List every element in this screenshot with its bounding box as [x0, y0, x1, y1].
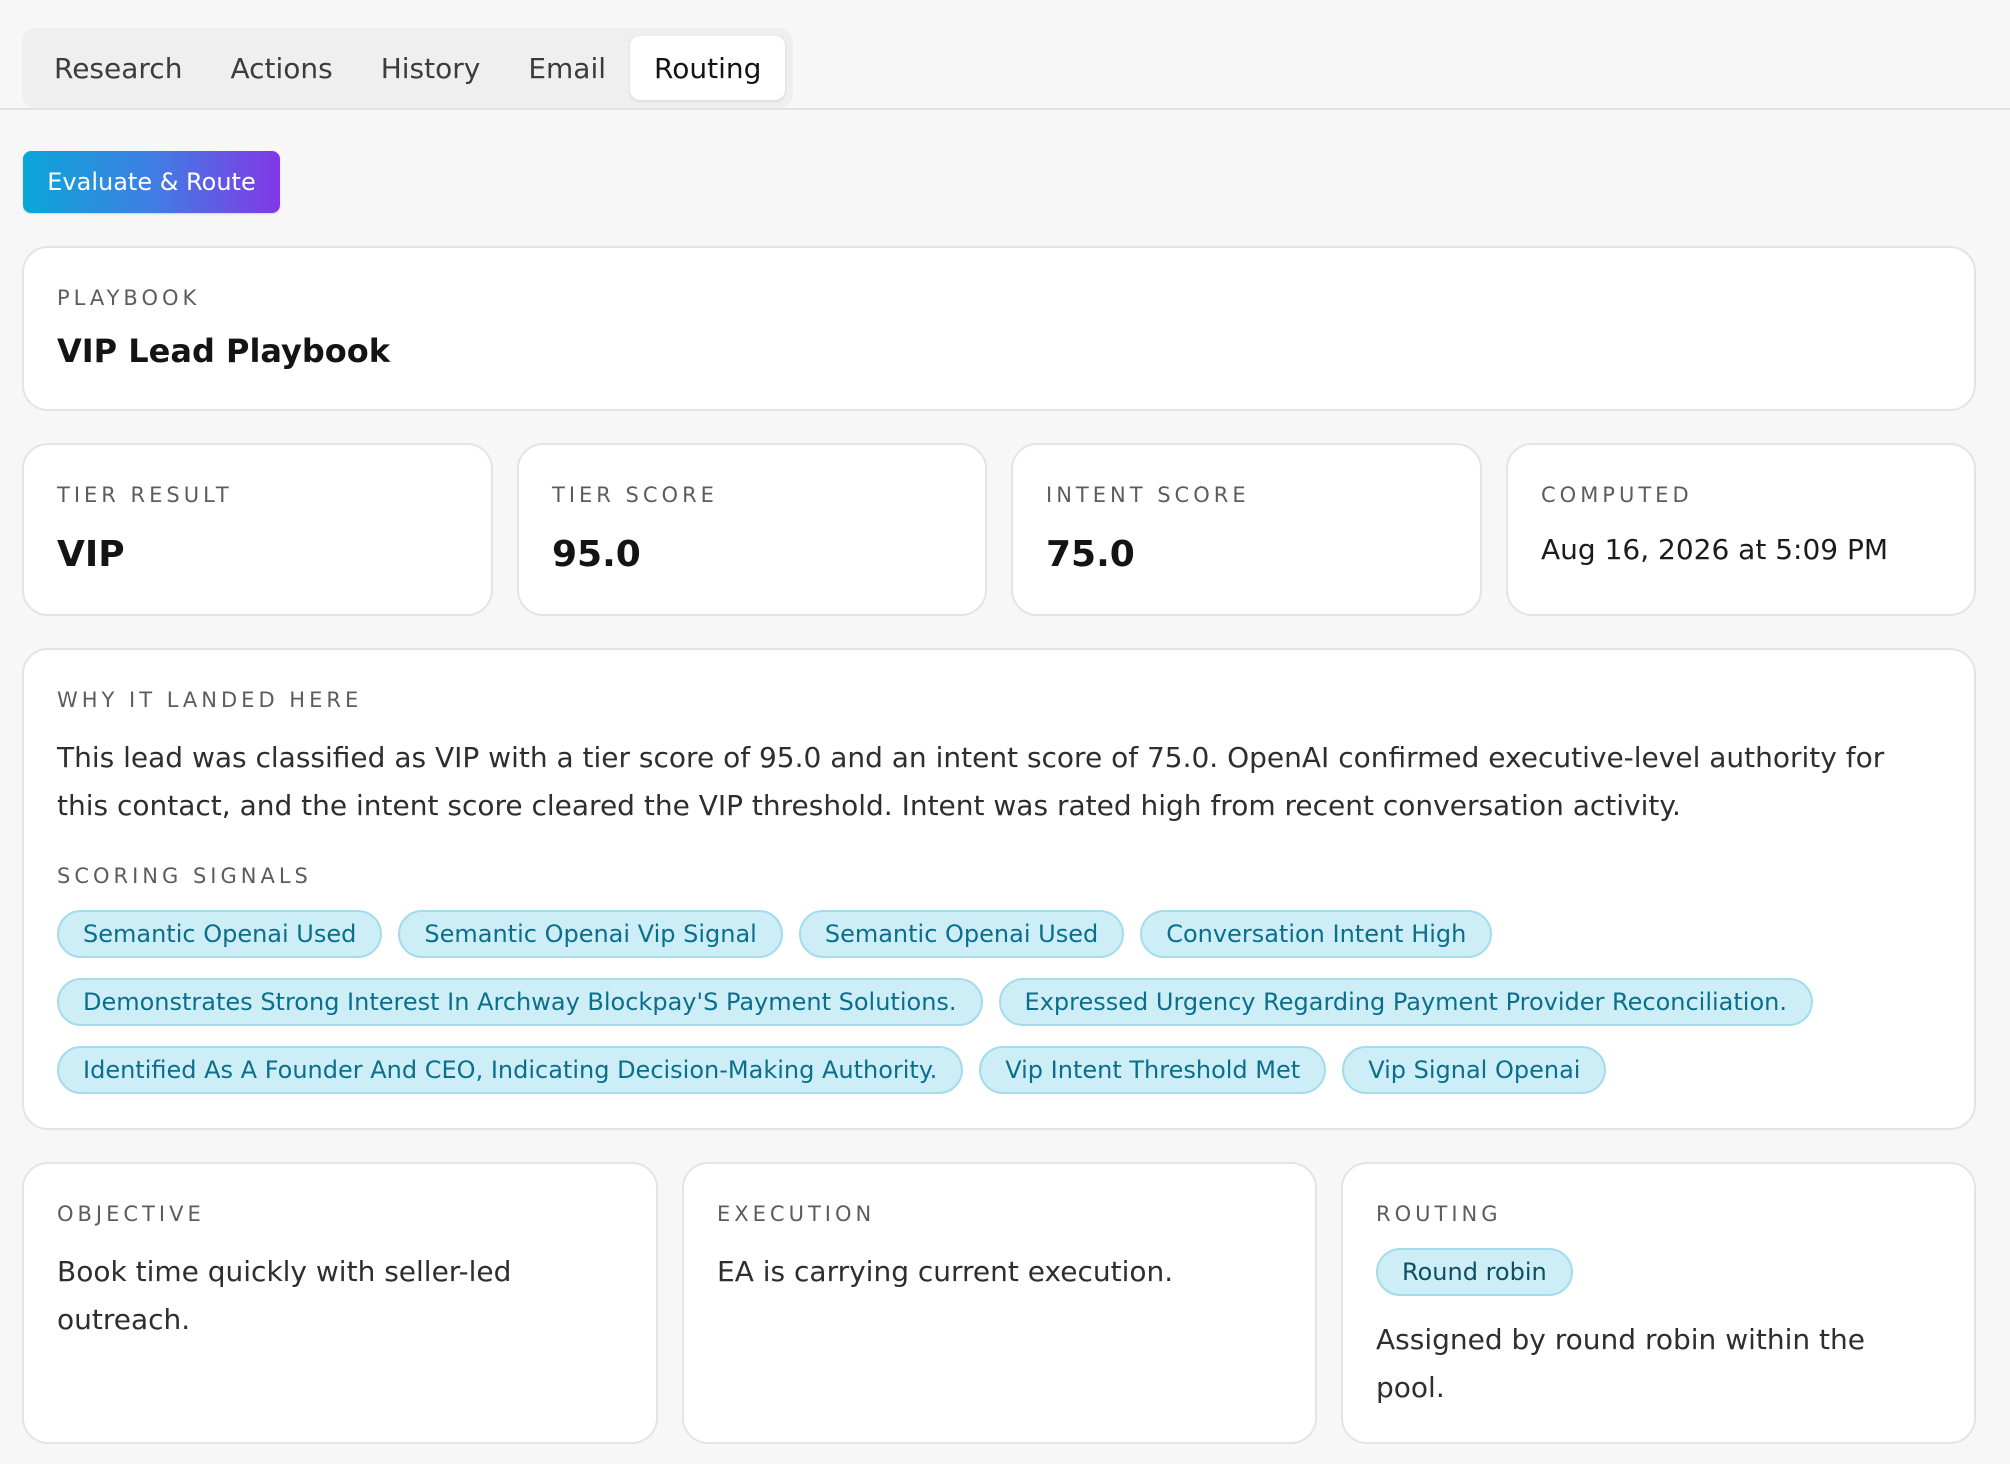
- intent-score-card: INTENT SCORE 75.0: [1011, 443, 1482, 616]
- computed-value: Aug 16, 2026 at 5:09 PM: [1541, 533, 1889, 566]
- objective-text: Book time quickly with seller-led outrea…: [57, 1255, 512, 1336]
- execution-card: EXECUTION EA is carrying current executi…: [682, 1162, 1317, 1444]
- execution-text: EA is carrying current execution.: [717, 1255, 1174, 1288]
- tier-result-value: VIP: [57, 534, 125, 575]
- routing-method-badge: Round robin: [1376, 1248, 1573, 1296]
- signal-chip: Demonstrates Strong Interest In Archway …: [57, 978, 983, 1026]
- computed-card: COMPUTED Aug 16, 2026 at 5:09 PM: [1506, 443, 1976, 616]
- playbook-label: PLAYBOOK: [57, 286, 201, 310]
- why-explanation: This lead was classified as VIP with a t…: [57, 741, 1885, 822]
- tab-routing[interactable]: Routing: [630, 36, 786, 100]
- tab-research[interactable]: Research: [30, 36, 206, 100]
- signal-chip: Vip Signal Openai: [1342, 1046, 1607, 1094]
- signal-chip: Semantic Openai Used: [57, 910, 383, 958]
- tab-bar: Research Actions History Email Routing: [0, 0, 2010, 110]
- tier-score-card: TIER SCORE 95.0: [517, 443, 987, 616]
- tab-history[interactable]: History: [357, 36, 505, 100]
- routing-label: ROUTING: [1376, 1202, 1502, 1226]
- objective-label: OBJECTIVE: [57, 1202, 205, 1226]
- signal-chip: Conversation Intent High: [1140, 910, 1493, 958]
- scoring-signals-list: Semantic Openai Used Semantic Openai Vip…: [57, 910, 1957, 1114]
- computed-label: COMPUTED: [1541, 483, 1693, 507]
- routing-card: ROUTING Round robin Assigned by round ro…: [1341, 1162, 1976, 1444]
- playbook-card: PLAYBOOK VIP Lead Playbook: [22, 246, 1976, 411]
- tab-actions[interactable]: Actions: [206, 36, 356, 100]
- tier-result-card: TIER RESULT VIP: [22, 443, 493, 616]
- routing-text: Assigned by round robin within the pool.: [1376, 1323, 1865, 1404]
- execution-label: EXECUTION: [717, 1202, 876, 1226]
- why-label: WHY IT LANDED HERE: [57, 688, 363, 712]
- signal-chip: Expressed Urgency Regarding Payment Prov…: [998, 978, 1813, 1026]
- tier-result-label: TIER RESULT: [57, 483, 233, 507]
- tab-email[interactable]: Email: [504, 36, 630, 100]
- signal-chip: Semantic Openai Used: [798, 910, 1125, 958]
- objective-card: OBJECTIVE Book time quickly with seller-…: [22, 1162, 658, 1444]
- evaluate-route-button[interactable]: Evaluate & Route: [23, 151, 280, 213]
- intent-score-label: INTENT SCORE: [1046, 483, 1250, 507]
- scoring-signals-label: SCORING SIGNALS: [57, 864, 312, 888]
- tier-score-value: 95.0: [552, 534, 641, 575]
- tier-score-label: TIER SCORE: [552, 483, 718, 507]
- signal-chip: Semantic Openai Vip Signal: [398, 910, 783, 958]
- signal-chip: Identified As A Founder And CEO, Indicat…: [57, 1046, 964, 1094]
- signal-chip: Vip Intent Threshold Met: [979, 1046, 1327, 1094]
- intent-score-value: 75.0: [1046, 534, 1135, 575]
- playbook-name: VIP Lead Playbook: [57, 332, 391, 370]
- why-card: WHY IT LANDED HERE This lead was classif…: [22, 648, 1976, 1130]
- tab-list: Research Actions History Email Routing: [22, 28, 794, 108]
